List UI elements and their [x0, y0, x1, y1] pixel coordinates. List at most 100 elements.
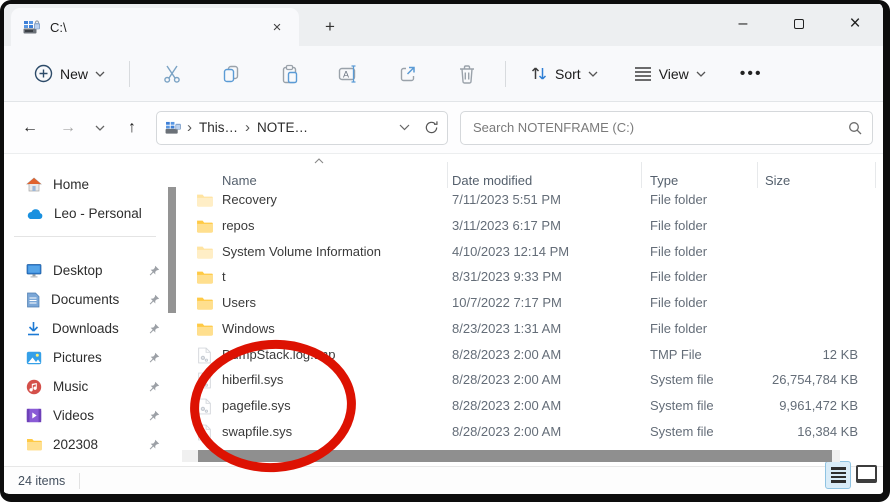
sidebar-item-downloads[interactable]: Downloads	[4, 314, 166, 343]
column-header-name[interactable]: Name	[222, 173, 257, 188]
sort-button[interactable]: Sort	[520, 58, 608, 89]
tab-cdrive[interactable]: C:\ ×	[11, 8, 299, 46]
back-button[interactable]: ←	[14, 112, 46, 144]
sidebar-item-desktop[interactable]: Desktop	[4, 256, 166, 285]
view-icon	[634, 66, 652, 81]
refresh-icon	[424, 120, 439, 135]
file-row-windows[interactable]: Windows 8/23/2023 1:31 AM File folder	[178, 317, 883, 343]
search-input[interactable]	[471, 119, 848, 136]
file-row-pagefile[interactable]: pagefile.sys 8/28/2023 2:00 AM System fi…	[178, 394, 883, 420]
music-icon	[26, 379, 42, 395]
breadcrumb-this-pc[interactable]: This…	[199, 120, 238, 135]
content-area: Home Leo - Personal Desktop Documents Do…	[4, 154, 883, 466]
file-row-hiberfil[interactable]: hiberfil.sys 8/28/2023 2:00 AM System fi…	[178, 368, 883, 394]
details-view-toggle[interactable]	[825, 461, 851, 489]
maximize-button[interactable]	[771, 5, 827, 43]
file-row-users[interactable]: Users 10/7/2022 7:17 PM File folder	[178, 291, 883, 317]
tab-title: C:\	[50, 20, 265, 35]
sidebar-item-music[interactable]: Music	[4, 372, 166, 401]
sidebar-scrollbar[interactable]	[166, 154, 178, 466]
home-icon	[26, 177, 42, 193]
file-type: File folder	[650, 295, 707, 310]
sidebar-item-documents[interactable]: Documents	[4, 285, 166, 314]
column-divider[interactable]	[641, 162, 642, 188]
file-row-repos[interactable]: repos 3/11/2023 6:17 PM File folder	[178, 214, 883, 240]
file-row-system-volume-information[interactable]: System Volume Information 4/10/2023 12:1…	[178, 240, 883, 266]
sidebar-item-pictures[interactable]: Pictures	[4, 343, 166, 372]
forward-button[interactable]: →	[52, 112, 84, 144]
desktop-icon	[26, 263, 42, 278]
sidebar-item-label: Music	[53, 379, 148, 394]
address-bar[interactable]: › This… › NOTE…	[156, 111, 448, 145]
file-rows: Recovery 7/11/2023 5:51 PM File folder r…	[178, 188, 883, 446]
minimize-button[interactable]: –	[715, 5, 771, 43]
search-box[interactable]	[460, 111, 873, 145]
file-name: Recovery	[222, 192, 277, 207]
view-button[interactable]: View	[624, 59, 716, 89]
share-button[interactable]	[384, 56, 432, 92]
videos-icon	[26, 408, 42, 423]
see-more-button[interactable]: •••	[728, 65, 775, 83]
file-row-swapfile[interactable]: swapfile.sys 8/28/2023 2:00 AM System fi…	[178, 420, 883, 446]
sidebar-item-home[interactable]: Home	[4, 170, 166, 199]
file-row-t[interactable]: t 8/31/2023 9:33 PM File folder	[178, 265, 883, 291]
tab-bar: C:\ × + – ×	[4, 4, 883, 46]
pin-icon	[148, 323, 160, 335]
file-name: t	[222, 269, 226, 284]
rename-button[interactable]: A	[325, 56, 373, 92]
sidebar-item-label: 202308	[53, 437, 148, 452]
pin-icon	[148, 381, 160, 393]
copy-button[interactable]	[207, 56, 255, 92]
pin-icon	[148, 439, 160, 451]
folder-icon	[196, 244, 213, 261]
delete-icon	[457, 63, 477, 85]
recent-locations-chevron[interactable]	[88, 112, 112, 144]
maximize-icon	[794, 19, 804, 29]
up-button[interactable]: ↑	[116, 112, 148, 144]
navigation-row: ← → ↑ › This… › NOTE…	[4, 102, 883, 154]
sidebar-item-202308[interactable]: 202308	[4, 430, 166, 459]
system-file-icon	[196, 398, 213, 415]
column-divider[interactable]	[875, 162, 876, 188]
sidebar-item-label: Home	[53, 177, 160, 192]
delete-button[interactable]	[443, 56, 491, 92]
column-divider[interactable]	[447, 162, 448, 188]
file-row-dumpstack[interactable]: DumpStack.log.tmp 8/28/2023 2:00 AM TMP …	[178, 343, 883, 369]
sidebar-item-onedrive[interactable]: Leo - Personal	[4, 199, 166, 228]
file-date: 8/28/2023 2:00 AM	[452, 424, 561, 439]
system-file-icon	[196, 424, 213, 441]
navigation-pane: Home Leo - Personal Desktop Documents Do…	[4, 154, 166, 466]
new-button-label: New	[60, 66, 88, 82]
breadcrumb-drive[interactable]: NOTE…	[257, 120, 308, 135]
rename-icon: A	[337, 63, 361, 85]
close-button[interactable]: ×	[827, 5, 883, 43]
breadcrumb-separator: ›	[245, 119, 250, 136]
file-date: 8/28/2023 2:00 AM	[452, 372, 561, 387]
sidebar-item-videos[interactable]: Videos	[4, 401, 166, 430]
new-tab-button[interactable]: +	[315, 12, 345, 42]
pictures-icon	[26, 351, 42, 365]
file-type: System file	[650, 424, 714, 439]
scrollbar-thumb[interactable]	[168, 187, 176, 313]
horizontal-scrollbar[interactable]	[182, 450, 840, 462]
column-header-date[interactable]: Date modified	[452, 173, 532, 188]
paste-button[interactable]	[266, 56, 314, 92]
cut-button[interactable]	[148, 56, 196, 92]
file-name: hiberfil.sys	[222, 372, 283, 387]
new-button[interactable]: New	[24, 57, 115, 90]
scrollbar-thumb[interactable]	[198, 450, 832, 462]
address-dropdown-chevron[interactable]	[399, 124, 410, 131]
tab-close-button[interactable]: ×	[265, 15, 289, 39]
column-divider[interactable]	[757, 162, 758, 188]
folder-icon	[26, 438, 42, 451]
file-date: 8/28/2023 2:00 AM	[452, 398, 561, 413]
sidebar-separator	[14, 236, 156, 237]
chevron-down-icon	[588, 71, 598, 77]
column-header-size[interactable]: Size	[765, 173, 790, 188]
svg-text:A: A	[343, 69, 349, 79]
column-header-type[interactable]: Type	[650, 173, 678, 188]
refresh-button[interactable]	[424, 120, 439, 135]
large-icons-view-toggle[interactable]	[856, 465, 877, 483]
pin-icon	[148, 265, 160, 277]
file-size: 12 KB	[823, 347, 858, 362]
